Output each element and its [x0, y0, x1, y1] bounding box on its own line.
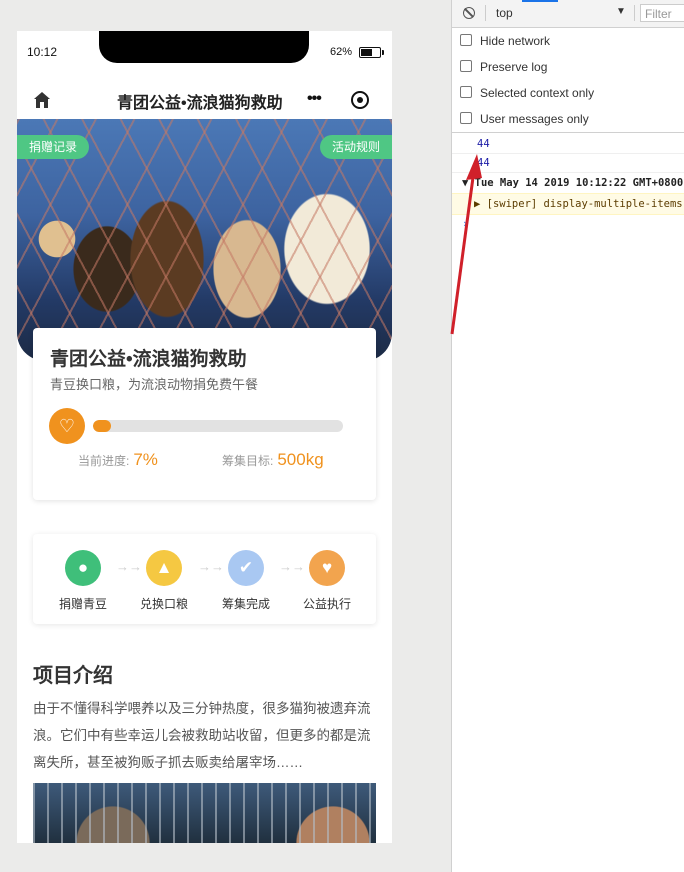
home-icon[interactable]	[33, 91, 51, 109]
progress-label: 当前进度:	[78, 454, 130, 468]
option-label: Selected context only	[480, 86, 595, 100]
option-preserve-log[interactable]: Preserve log	[460, 60, 547, 78]
option-hide-network[interactable]: Hide network	[460, 34, 550, 52]
activity-rules-button[interactable]: 活动规则	[319, 135, 392, 159]
step-execute: ♥ 公益执行	[287, 550, 367, 612]
step-complete: ✔ 筹集完成	[206, 550, 286, 612]
check-icon: ✔	[228, 550, 264, 586]
intro-text: 由于不懂得科学喂养以及三分钟热度，很多猫狗被遗弃流浪。它们中有些幸运儿会被救助站…	[33, 701, 371, 770]
option-label: Preserve log	[480, 60, 548, 74]
intro-title: 项目介绍	[33, 665, 113, 687]
close-target-icon[interactable]	[351, 91, 369, 109]
goal-label: 筹集目标:	[222, 454, 274, 468]
checkbox[interactable]	[460, 112, 472, 124]
more-icon[interactable]: •••	[307, 90, 322, 108]
heart-icon: ♥	[309, 550, 345, 586]
option-user-messages[interactable]: User messages only	[460, 112, 589, 130]
dropdown-arrow-icon[interactable]: ▼	[616, 6, 626, 17]
thumbs-up-icon: ▲	[146, 550, 182, 586]
mini-program-capsule: •••	[307, 90, 377, 111]
filter-input[interactable]: Filter	[640, 4, 684, 22]
toolbar-divider	[485, 5, 486, 21]
progress-stat: 当前进度: 7%	[78, 450, 158, 470]
battery-icon	[359, 47, 384, 58]
heart-icon: ♡	[49, 408, 85, 444]
checkbox[interactable]	[460, 34, 472, 46]
battery-percent: 62%	[330, 46, 353, 58]
phone-simulator: 10:12 62% 青团公益•流浪猫狗救助 ••• 捐赠记录 活动规则 青团公益…	[17, 31, 392, 843]
project-photo	[33, 783, 376, 843]
bean-icon: ●	[65, 550, 101, 586]
console-toolbar: top ▼ Filter	[452, 0, 684, 28]
progress-bar	[93, 420, 343, 432]
option-label: User messages only	[480, 112, 589, 126]
checkbox[interactable]	[460, 86, 472, 98]
step-label: 公益执行	[302, 597, 351, 611]
donation-record-button[interactable]: 捐赠记录	[17, 135, 90, 159]
clear-console-icon[interactable]	[463, 7, 475, 19]
console-divider	[452, 132, 684, 133]
status-time: 10:12	[27, 45, 58, 59]
progress-bar-fill	[93, 420, 111, 432]
step-exchange: ▲ 兑换口粮	[124, 550, 204, 612]
nav-bar: 青团公益•流浪猫狗救助 •••	[17, 79, 392, 119]
step-label: 兑换口粮	[139, 597, 188, 611]
step-donate: ● 捐赠青豆	[43, 550, 123, 612]
step-label: 筹集完成	[221, 597, 270, 611]
devtools-console: top ▼ Filter Hide network Preserve log S…	[451, 0, 684, 872]
progress-value: 7%	[133, 450, 158, 469]
annotation-arrow	[450, 154, 482, 335]
toolbar-divider	[634, 5, 635, 21]
hero-image: 捐赠记录 活动规则	[17, 119, 392, 361]
steps-card: ● 捐赠青豆 →→ ▲ 兑换口粮 →→ ✔ 筹集完成 →→ ♥ 公益执行	[33, 534, 376, 624]
page-title: 青团公益•流浪猫狗救助	[117, 95, 283, 112]
active-tab-indicator	[522, 0, 558, 2]
project-card: 青团公益•流浪猫狗救助 青豆换口粮，为流浪动物捐免费午餐 ♡ 当前进度: 7% 筹…	[33, 328, 376, 500]
option-label: Hide network	[480, 34, 551, 48]
step-label: 捐赠青豆	[58, 597, 107, 611]
card-title: 青团公益•流浪猫狗救助	[50, 349, 247, 370]
status-bar: 10:12 62%	[17, 31, 392, 67]
phone-notch	[99, 31, 309, 63]
goal-value: 500kg	[277, 450, 324, 469]
option-selected-context[interactable]: Selected context only	[460, 86, 594, 104]
card-subtitle: 青豆换口粮，为流浪动物捐免费午餐	[50, 377, 259, 392]
goal-stat: 筹集目标: 500kg	[222, 450, 324, 470]
context-select[interactable]: top	[496, 6, 513, 20]
checkbox[interactable]	[460, 60, 472, 72]
